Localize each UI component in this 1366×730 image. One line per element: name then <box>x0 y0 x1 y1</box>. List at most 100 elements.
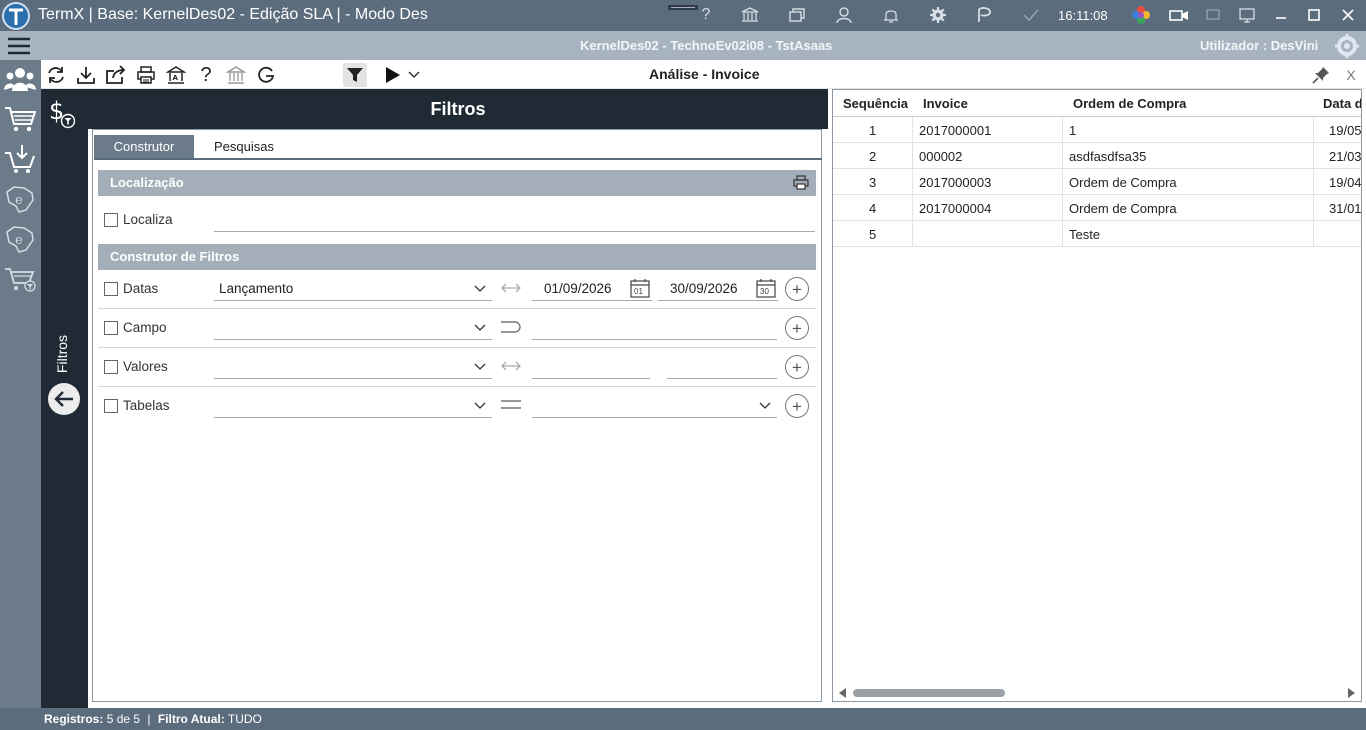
table-row[interactable]: 1 2017000001 1 19/05 <box>833 117 1361 143</box>
column-header-data[interactable]: Data d <box>1323 96 1361 111</box>
campo-checkbox[interactable] <box>104 321 118 335</box>
construtor-section-header: Construtor de Filtros <box>98 244 816 270</box>
google-icon[interactable] <box>254 63 278 87</box>
back-arrow-icon[interactable] <box>48 383 80 415</box>
minimize-icon[interactable] <box>1269 4 1293 26</box>
column-header-ordem-de-compra[interactable]: Ordem de Compra <box>1073 96 1186 111</box>
brazil-map-e-icon[interactable]: e <box>3 182 37 216</box>
valores-from-input[interactable] <box>532 378 650 379</box>
run-options-chevron-down-icon[interactable] <box>406 63 422 87</box>
cart-download-icon[interactable] <box>3 142 37 176</box>
filter-header: Filtros <box>88 89 828 129</box>
date-from-input[interactable]: 01/09/2026 01 <box>532 278 652 301</box>
cell-seq: 1 <box>869 123 877 138</box>
svg-text:e: e <box>15 193 23 208</box>
bell-icon[interactable] <box>879 4 903 26</box>
row-divider <box>98 386 816 387</box>
campo-label: Campo <box>123 320 167 335</box>
valores-checkbox[interactable] <box>104 360 118 374</box>
table-row[interactable]: 4 2017000004 Ordem de Compra 31/01 <box>833 195 1361 221</box>
column-header-invoice[interactable]: Invoice <box>923 96 968 111</box>
cell-ordem: Teste <box>1069 227 1101 242</box>
contains-operator-icon[interactable] <box>500 320 522 334</box>
help-question-icon[interactable]: ? <box>194 63 218 87</box>
localizacao-section-header: Localização <box>98 170 816 196</box>
print-icon[interactable] <box>134 63 158 87</box>
tabelas-field-select[interactable] <box>214 395 492 418</box>
column-header-sequencia[interactable]: Sequência <box>843 96 908 111</box>
chat-icon[interactable] <box>972 4 996 26</box>
table-row[interactable]: 2 000002 asdfasdfsa35 21/03 <box>833 143 1361 169</box>
finance-filter-icon[interactable]: $ <box>46 96 80 130</box>
localiza-label: Localiza <box>123 212 173 227</box>
tab-construtor[interactable]: Construtor <box>94 135 194 158</box>
export-icon[interactable] <box>104 63 128 87</box>
add-datas-button[interactable]: + <box>785 277 809 301</box>
equals-operator-icon[interactable] <box>500 398 522 412</box>
tab-pesquisas[interactable]: Pesquisas <box>194 135 294 158</box>
download-icon[interactable] <box>74 63 98 87</box>
svg-text:A: A <box>173 74 179 82</box>
video-camera-icon[interactable] <box>1167 4 1191 26</box>
hamburger-menu-icon[interactable] <box>6 36 34 56</box>
pin-icon[interactable] <box>1309 63 1333 87</box>
cell-data: 19/04 <box>1329 175 1362 190</box>
valores-field-select[interactable] <box>214 356 492 379</box>
localiza-input[interactable] <box>214 231 815 232</box>
localizacao-title: Localização <box>110 175 184 190</box>
toolbar: A ? Análise - Invoice X <box>41 60 1366 89</box>
refresh-icon[interactable] <box>44 63 68 87</box>
user-settings-gear-icon[interactable] <box>1334 33 1360 59</box>
page-title: Análise - Invoice <box>649 66 760 82</box>
localiza-checkbox[interactable] <box>104 213 118 227</box>
cell-invoice: 000002 <box>919 149 963 164</box>
print-small-icon[interactable] <box>793 175 809 191</box>
filter-toggle-icon[interactable] <box>343 63 367 87</box>
check-icon[interactable] <box>1019 4 1043 26</box>
valores-to-input[interactable] <box>667 378 777 379</box>
bank-icon[interactable] <box>738 4 762 26</box>
color-palette-icon[interactable] <box>1129 4 1153 26</box>
cell-ordem: Ordem de Compra <box>1069 175 1177 190</box>
scroll-left-icon[interactable] <box>839 688 847 698</box>
tabelas-value-select[interactable] <box>532 395 777 418</box>
calendar-from-icon[interactable]: 01 <box>630 278 650 298</box>
user-icon[interactable] <box>832 4 856 26</box>
row-divider <box>98 308 816 309</box>
help-icon[interactable]: ? <box>694 4 718 26</box>
monitor-icon[interactable] <box>1235 4 1259 26</box>
date-to-value: 30/09/2026 <box>670 281 738 296</box>
tabelas-checkbox[interactable] <box>104 399 118 413</box>
windows-icon[interactable] <box>785 4 809 26</box>
cell-ordem: asdfasdfsa35 <box>1069 149 1147 164</box>
brazil-map-e2-icon[interactable]: e <box>3 222 37 256</box>
tablet-icon[interactable] <box>1201 4 1225 26</box>
registros-value: 5 de 5 <box>106 712 141 726</box>
add-campo-button[interactable]: + <box>785 316 809 340</box>
maximize-icon[interactable] <box>1302 4 1326 26</box>
horizontal-scrollbar-thumb[interactable] <box>853 689 1005 697</box>
add-valores-button[interactable]: + <box>785 355 809 379</box>
datas-field-select[interactable]: Lançamento <box>214 278 492 301</box>
table-row[interactable]: 5 Teste <box>833 221 1361 247</box>
window-titlebar: TermX | Base: KernelDes02 - Edição SLA |… <box>0 0 1366 31</box>
close-panel-button[interactable]: X <box>1339 63 1363 87</box>
filter-rail-label[interactable]: Filtros <box>42 334 86 374</box>
scroll-right-icon[interactable] <box>1347 688 1355 698</box>
table-row[interactable]: 3 2017000003 Ordem de Compra 19/04 <box>833 169 1362 195</box>
date-to-input[interactable]: 30/09/2026 30 <box>658 278 778 301</box>
campo-value-input[interactable] <box>532 339 777 340</box>
play-run-icon[interactable] <box>380 63 404 87</box>
bank-report-icon[interactable]: A <box>164 63 188 87</box>
chevron-down-icon <box>474 324 486 332</box>
add-tabelas-button[interactable]: + <box>785 394 809 418</box>
cart-filter-icon[interactable] <box>3 262 37 296</box>
people-icon[interactable] <box>3 62 37 96</box>
calendar-to-icon[interactable]: 30 <box>756 278 776 298</box>
close-icon[interactable] <box>1336 4 1360 26</box>
shopping-cart-icon[interactable] <box>3 102 37 136</box>
institution-icon[interactable] <box>224 63 248 87</box>
datas-checkbox[interactable] <box>104 282 118 296</box>
campo-field-select[interactable] <box>214 317 492 340</box>
settings-icon[interactable] <box>926 4 950 26</box>
